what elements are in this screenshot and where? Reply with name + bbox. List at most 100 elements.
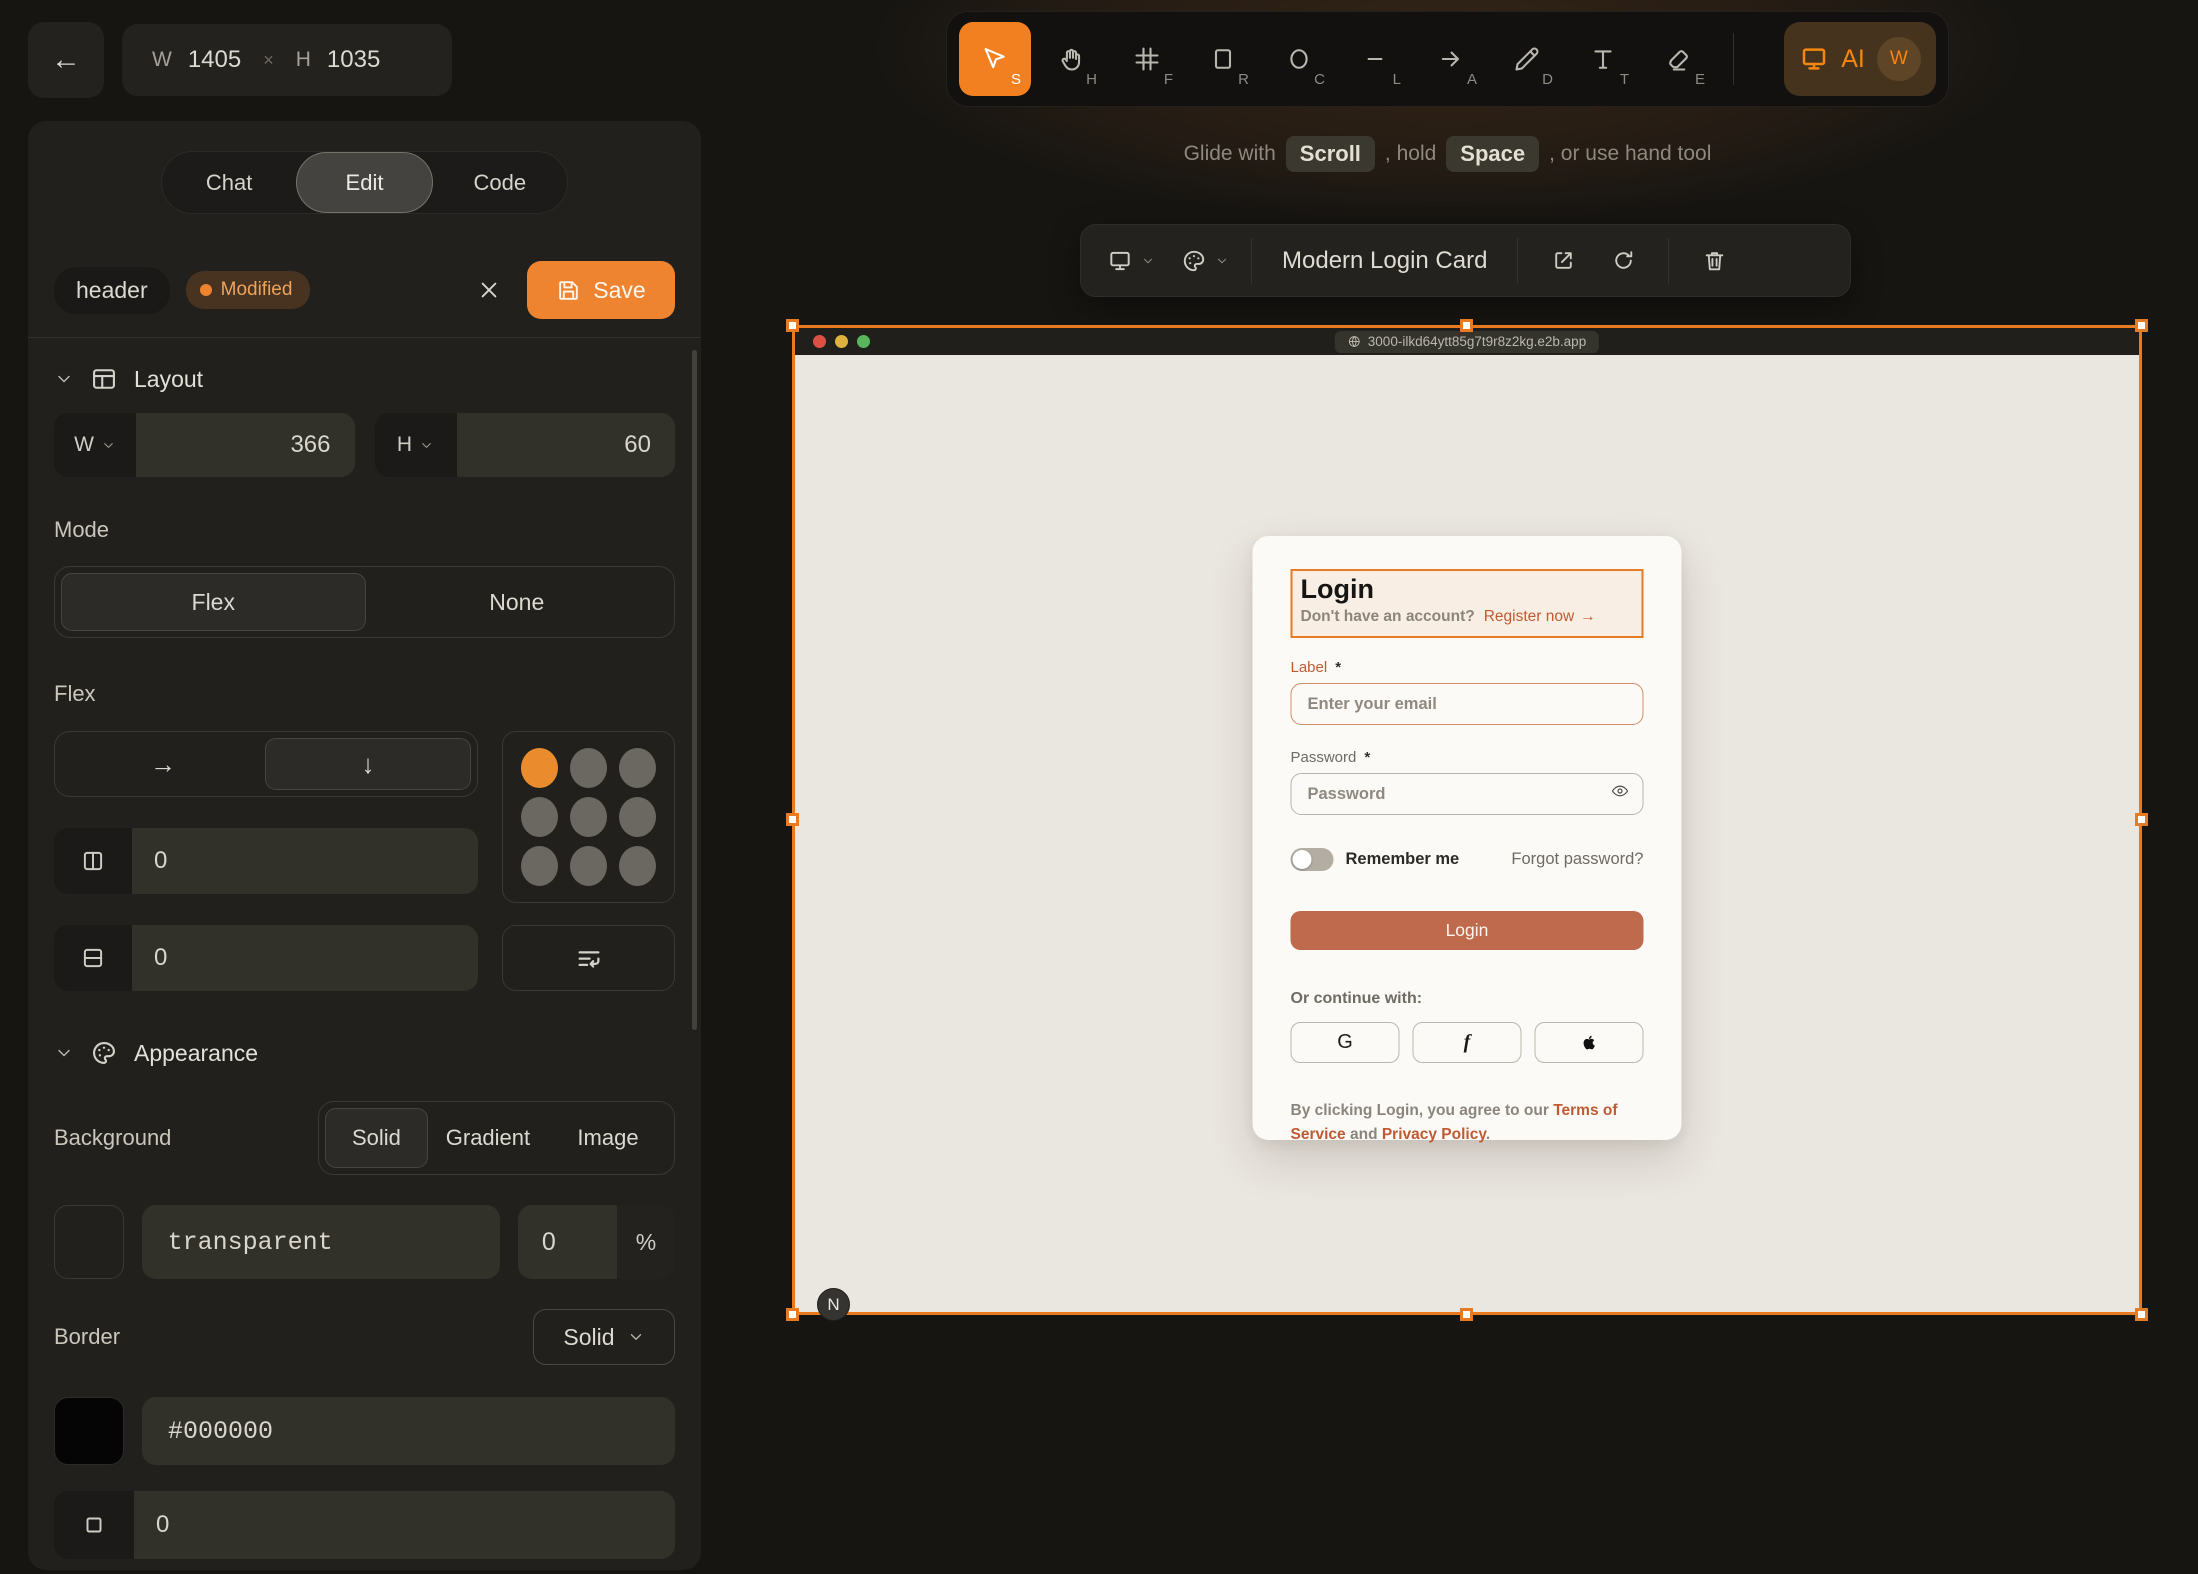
border-width-input[interactable] [134,1511,675,1539]
canvas-width-value[interactable]: 1405 [188,46,241,74]
privacy-policy-link[interactable]: Privacy Policy [1382,1126,1486,1143]
facebook-login-button[interactable]: f [1412,1022,1522,1063]
column-gap-control [54,828,478,894]
align-dot-bottom-center[interactable] [570,845,607,886]
background-gradient-option[interactable]: Gradient [428,1108,548,1168]
tab-chat[interactable]: Chat [162,152,296,213]
tool-eraser[interactable]: E [1643,22,1715,96]
resize-handle-top-center[interactable] [1460,319,1473,332]
google-login-button[interactable]: G [1290,1022,1400,1063]
window-title: Modern Login Card [1282,246,1488,274]
align-dot-middle-left[interactable] [521,796,558,837]
resize-handle-bottom-center[interactable] [1460,1308,1473,1321]
tool-rectangle[interactable]: R [1187,22,1259,96]
tab-code[interactable]: Code [433,152,567,213]
resize-handle-top-left[interactable] [786,319,799,332]
scroll-key: Scroll [1285,136,1375,172]
border-color-row [54,1397,675,1465]
save-button[interactable]: Save [527,261,675,319]
theme-selector[interactable] [1181,248,1229,274]
background-label: Background [54,1125,172,1150]
tool-frame[interactable]: F [1111,22,1183,96]
resize-handle-middle-left[interactable] [786,813,799,826]
close-window-icon[interactable] [813,335,826,348]
open-external-button[interactable] [1540,238,1586,284]
align-dot-top-right[interactable] [619,748,656,789]
tool-arrow[interactable]: A [1415,22,1487,96]
flex-wrap-button[interactable] [502,925,675,991]
mode-flex-option[interactable]: Flex [61,573,366,631]
fill-color-swatch[interactable] [54,1205,124,1279]
column-gap-input[interactable] [132,847,478,875]
width-unit-dropdown[interactable]: W [54,413,136,477]
canvas-height-value[interactable]: 1035 [327,46,380,74]
resize-handle-top-right[interactable] [2135,319,2148,332]
register-link[interactable]: Register now → [1484,608,1596,626]
canvas-size-control: W 1405 × H 1035 [122,24,452,96]
apple-login-button[interactable] [1534,1022,1644,1063]
width-input[interactable] [136,431,355,459]
fill-color-input[interactable] [141,1227,500,1257]
google-icon: G [1337,1031,1353,1053]
opacity-input[interactable]: 0 [517,1205,617,1279]
back-button[interactable]: ← [28,22,104,98]
align-dot-top-center[interactable] [570,748,607,789]
resize-handle-bottom-left[interactable] [786,1308,799,1321]
password-input[interactable] [1290,773,1644,815]
preview-window[interactable]: 3000-ilkd64ytt85g7t9r8z2kg.e2b.app Login… [786,319,2148,1321]
border-width-control [54,1491,675,1559]
selected-header-element[interactable]: Login Don't have an account? Register no… [1290,569,1644,638]
maximize-window-icon[interactable] [857,335,870,348]
tool-line[interactable]: L [1339,22,1411,96]
arrow-right-icon: → [1580,608,1596,626]
panel-scrollbar[interactable] [692,350,697,1030]
forgot-password-link[interactable]: Forgot password? [1511,850,1643,869]
direction-row-option[interactable]: → [61,738,265,790]
align-dot-middle-center[interactable] [570,796,607,837]
remember-me-toggle[interactable] [1290,848,1334,871]
login-button[interactable]: Login [1290,911,1644,950]
resize-handle-bottom-right[interactable] [2135,1308,2148,1321]
border-color-swatch[interactable] [54,1397,124,1465]
chevron-down-icon [54,1043,74,1063]
minimize-window-icon[interactable] [835,335,848,348]
appearance-section-header[interactable]: Appearance [54,1039,675,1067]
align-dot-bottom-right[interactable] [619,845,656,886]
show-password-icon[interactable] [1611,781,1630,800]
window-toolbar: Modern Login Card [1080,224,1851,297]
border-style-dropdown[interactable]: Solid [533,1309,675,1365]
tool-text[interactable]: T [1567,22,1639,96]
height-input[interactable] [456,431,675,459]
email-input[interactable] [1290,683,1644,725]
refresh-icon [1615,251,1633,269]
direction-column-option[interactable]: ↓ [265,738,471,790]
row-gap-input[interactable] [132,944,478,972]
toolbar-divider [1733,33,1734,85]
layout-icon [90,365,118,393]
layout-section-header[interactable]: Layout [54,365,675,393]
align-dot-top-left[interactable] [521,748,558,789]
address-bar[interactable]: 3000-ilkd64ytt85g7t9r8z2kg.e2b.app [1334,330,1600,353]
alignment-grid[interactable] [502,731,675,903]
height-unit-dropdown[interactable]: H [374,413,457,477]
device-selector[interactable] [1107,248,1155,274]
nextjs-dev-badge[interactable]: N [817,1288,850,1321]
delete-window-button[interactable] [1691,238,1737,284]
border-color-input[interactable] [142,1416,675,1446]
mode-none-option[interactable]: None [366,573,669,631]
divider [1517,237,1519,284]
selected-element-tag[interactable]: header [54,266,170,314]
background-image-option[interactable]: Image [548,1108,668,1168]
align-dot-middle-right[interactable] [619,796,656,837]
tab-edit[interactable]: Edit [296,152,433,213]
background-solid-option[interactable]: Solid [325,1108,428,1168]
deselect-button[interactable] [467,268,511,312]
ai-button[interactable]: AI W [1784,22,1936,96]
resize-handle-middle-right[interactable] [2135,813,2148,826]
tool-draw[interactable]: D [1491,22,1563,96]
tool-hand[interactable]: H [1035,22,1107,96]
tool-ellipse[interactable]: C [1263,22,1335,96]
tool-select[interactable]: S [959,22,1031,96]
refresh-button[interactable] [1600,238,1646,284]
align-dot-bottom-left[interactable] [521,845,558,886]
